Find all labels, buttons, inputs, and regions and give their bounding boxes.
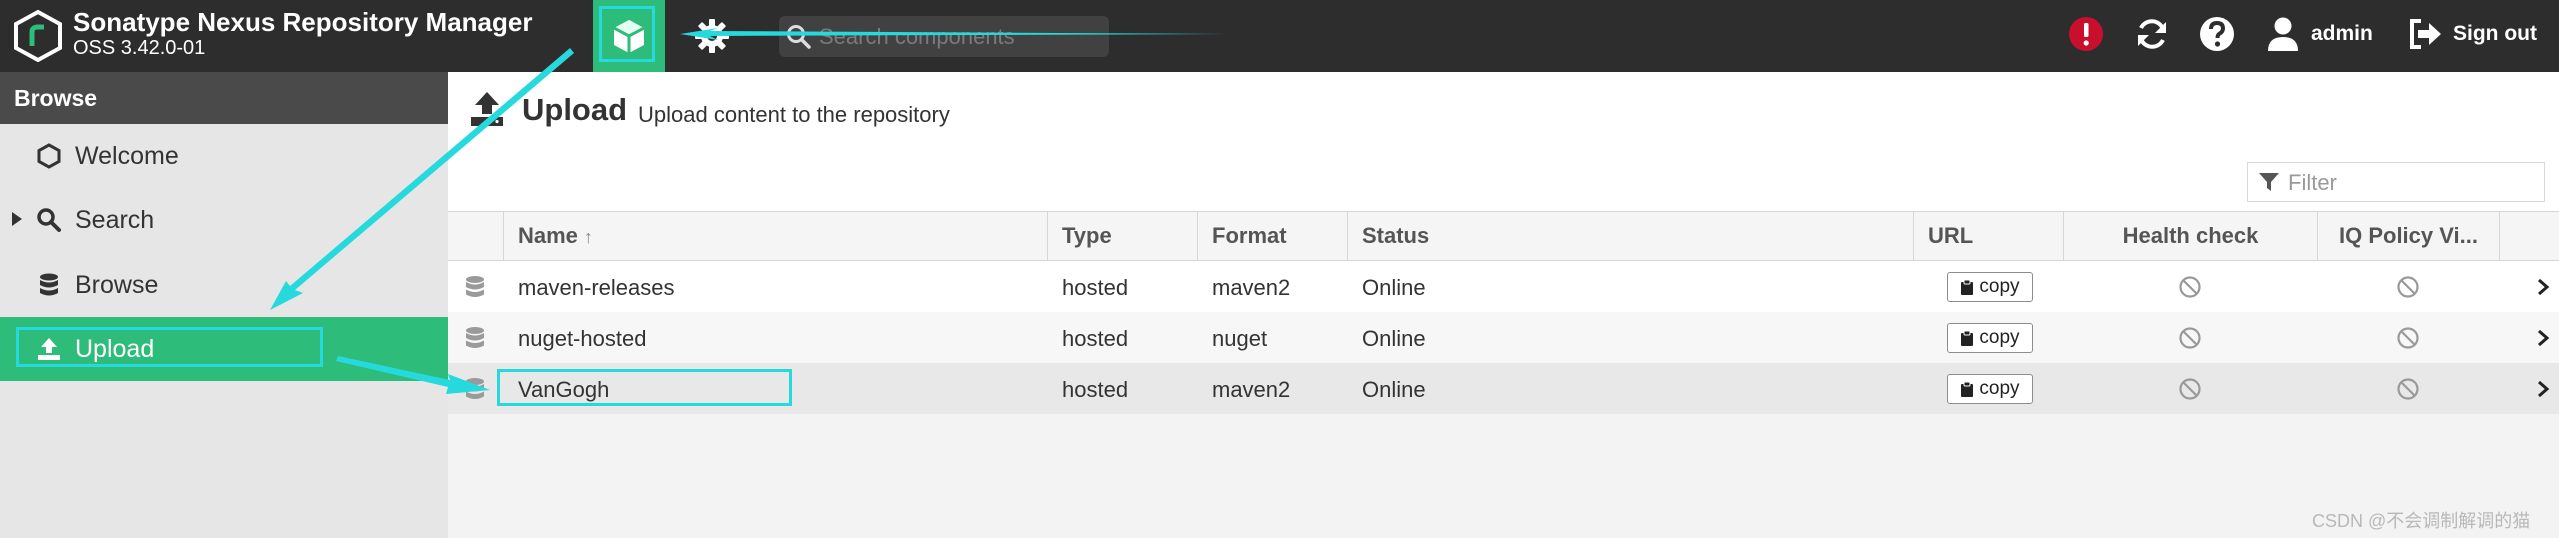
nexus-logo-icon: [14, 10, 62, 62]
sidebar-item-search[interactable]: Search: [0, 188, 448, 252]
blocked-icon: [2179, 378, 2201, 400]
column-header-actions: [2499, 212, 2559, 260]
hexagon-icon: [37, 143, 61, 169]
clipboard-icon: [1961, 381, 1974, 397]
repo-name: nuget-hosted: [518, 326, 647, 351]
search-icon: [37, 208, 61, 232]
help-icon[interactable]: [2197, 14, 2237, 54]
repo-type: hosted: [1062, 326, 1129, 351]
table-row[interactable]: nuget-hosted hosted nuget Online copy: [448, 312, 2559, 363]
caret-right-icon[interactable]: [10, 210, 24, 228]
sidebar-item-welcome[interactable]: Welcome: [0, 124, 448, 188]
app-title: Sonatype Nexus Repository Manager: [73, 7, 533, 37]
column-header-status[interactable]: Status: [1347, 212, 1913, 260]
alert-icon[interactable]: [2066, 14, 2106, 54]
browse-mode-button[interactable]: [593, 0, 665, 72]
clipboard-icon: [1961, 330, 1974, 346]
copy-label: copy: [1979, 276, 2020, 297]
column-header-type[interactable]: Type: [1047, 212, 1197, 260]
chevron-right-icon[interactable]: [2536, 277, 2550, 297]
annotation-highlight-box: [497, 369, 792, 406]
sidebar-item-label: Browse: [75, 271, 159, 299]
repo-status: Online: [1362, 326, 1426, 351]
copy-url-button[interactable]: copy: [1947, 272, 2033, 302]
repo-format: maven2: [1212, 377, 1291, 402]
blocked-icon: [2179, 276, 2201, 298]
page-title: Upload: [522, 92, 628, 127]
sidebar-item-label: Search: [75, 206, 155, 234]
copy-label: copy: [1979, 327, 2020, 348]
table-row[interactable]: maven-releases hosted maven2 Online copy: [448, 261, 2559, 312]
grid-header: Name ↑ Type Format Status URL Health chec…: [448, 211, 2559, 261]
column-header-url[interactable]: URL: [1913, 212, 2063, 260]
user-name-button[interactable]: admin: [2311, 22, 2373, 46]
copy-url-button[interactable]: copy: [1947, 374, 2033, 404]
blocked-icon: [2397, 378, 2419, 400]
sign-out-button[interactable]: Sign out: [2453, 22, 2537, 46]
database-icon: [40, 273, 58, 296]
column-header-icon: [448, 212, 503, 260]
column-header-iq-policy[interactable]: IQ Policy Vi...: [2317, 212, 2499, 260]
watermark: CSDN @不会调制解调的猫: [2312, 511, 2531, 531]
annotation-highlight-box: [16, 327, 323, 367]
main-content: Upload Upload content to the repository …: [448, 72, 2559, 538]
column-header-name[interactable]: Name ↑: [503, 212, 1047, 260]
column-header-format[interactable]: Format: [1197, 212, 1347, 260]
gear-icon[interactable]: [692, 16, 732, 56]
repo-format: maven2: [1212, 275, 1291, 300]
annotation-highlight-box: [599, 6, 655, 62]
component-search[interactable]: [779, 16, 1109, 57]
copy-url-button[interactable]: copy: [1947, 323, 2033, 353]
blocked-icon: [2397, 327, 2419, 349]
repository-icon: [466, 276, 484, 297]
repository-icon: [466, 378, 484, 399]
repo-type: hosted: [1062, 377, 1129, 402]
repo-type: hosted: [1062, 275, 1129, 300]
sidebar: Browse Welcome Search Browse Upload: [0, 72, 448, 538]
sidebar-item-browse[interactable]: Browse: [0, 253, 448, 317]
blocked-icon: [2397, 276, 2419, 298]
top-header: Sonatype Nexus Repository Manager OSS 3.…: [0, 0, 2559, 72]
page-subtitle: Upload content to the repository: [638, 102, 950, 127]
sidebar-item-label: Welcome: [75, 142, 179, 170]
copy-label: copy: [1979, 378, 2020, 399]
table-row[interactable]: VanGogh hosted maven2 Online copy: [448, 363, 2559, 414]
filter-icon: [2259, 173, 2279, 191]
sort-ascending-icon: ↑: [583, 227, 593, 247]
sign-out-icon[interactable]: [2405, 14, 2445, 54]
blocked-icon: [2179, 327, 2201, 349]
refresh-icon[interactable]: [2132, 14, 2172, 54]
search-icon: [787, 25, 811, 49]
filter-input[interactable]: [2286, 169, 2540, 197]
repo-status: Online: [1362, 275, 1426, 300]
sidebar-header: Browse: [0, 72, 448, 124]
repo-status: Online: [1362, 377, 1426, 402]
upload-icon: [471, 92, 503, 126]
user-icon[interactable]: [2263, 14, 2303, 54]
repository-icon: [466, 327, 484, 348]
repo-format: nuget: [1212, 326, 1268, 351]
filter-box[interactable]: [2247, 162, 2545, 202]
sidebar-item-upload[interactable]: Upload: [0, 317, 448, 381]
search-input[interactable]: [817, 21, 1101, 53]
repo-name: maven-releases: [518, 275, 675, 300]
app-version: OSS 3.42.0-01: [73, 37, 206, 59]
clipboard-icon: [1961, 279, 1974, 295]
chevron-right-icon[interactable]: [2536, 379, 2550, 399]
column-header-health-check[interactable]: Health check: [2063, 212, 2317, 260]
chevron-right-icon[interactable]: [2536, 328, 2550, 348]
repository-grid: Name ↑ Type Format Status URL Health chec…: [448, 211, 2559, 538]
